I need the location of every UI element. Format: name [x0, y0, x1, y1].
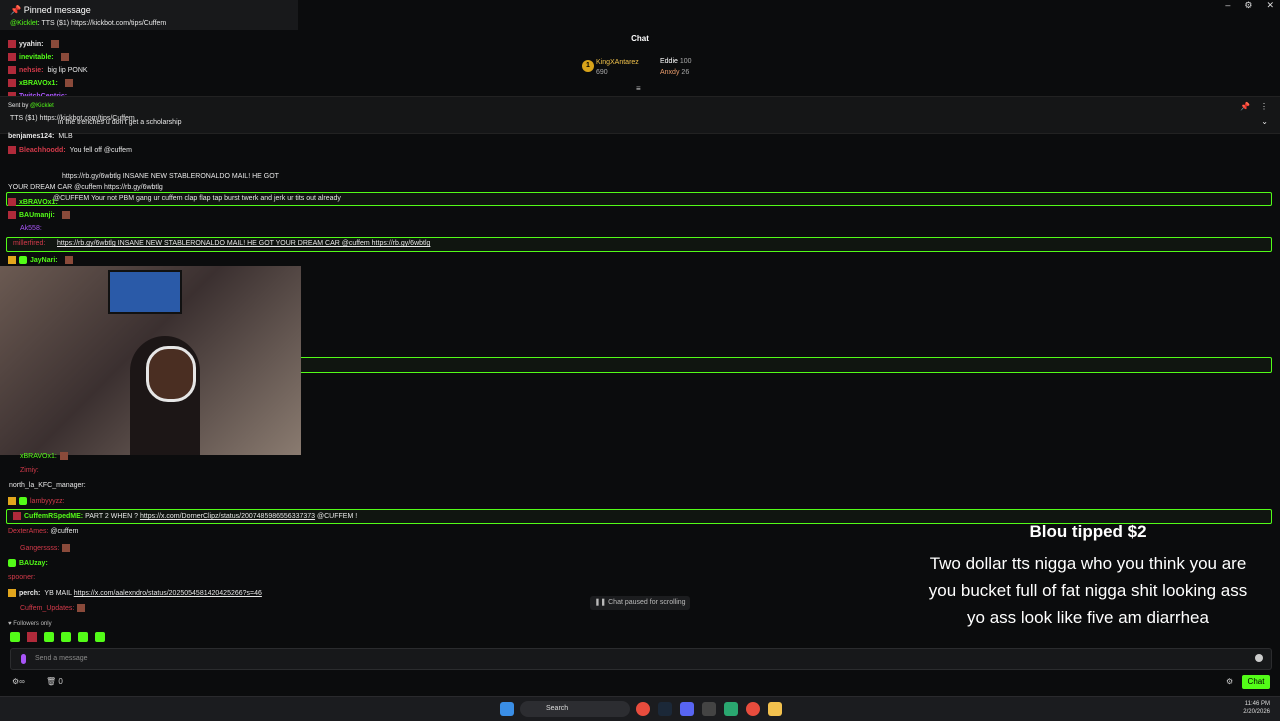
chat-message: Zimiy:: [20, 467, 39, 474]
emoji-icon[interactable]: [1255, 654, 1263, 662]
chat-message: perch: YB MAIL https://x.com/aalexndro/st…: [8, 589, 262, 597]
pinned-text: @Kicklet: TTS ($1) https://kickbot.com/t…: [10, 20, 167, 27]
close-icon[interactable]: ✕: [1266, 0, 1274, 12]
chat-message: Bleachhoodd: You fell off @cuffem: [8, 146, 132, 154]
pinned-bar[interactable]: Sent by @Kicklet TTS ($1) https://kickbo…: [0, 96, 1280, 134]
monitor-in-frame: [108, 270, 182, 314]
tweet-link[interactable]: https://x.com/DornerClipz/status/2007485…: [140, 513, 315, 520]
tts-body: Two dollar tts nigga who you think you a…: [928, 554, 1248, 627]
chat-message: BAUzay:: [8, 559, 52, 567]
chat-message: inevitable:: [8, 53, 69, 61]
chat-input-placeholder: Send a message: [35, 655, 88, 662]
system-clock[interactable]: 11:46 PM 2/20/2026: [1243, 700, 1270, 716]
followers-only-label: ♥ Followers only: [8, 621, 52, 627]
chat-message: Ak558:: [20, 225, 42, 232]
taskbar-search[interactable]: Search: [520, 701, 630, 717]
leader-first-name[interactable]: KingXAntarez: [596, 59, 639, 66]
settings-icon[interactable]: ⚙: [1244, 0, 1252, 12]
tts-title: Blou tipped $2: [1029, 522, 1147, 541]
chat-message: lambyyyzz:: [8, 497, 65, 505]
chat-message: benjames124: MLB: [8, 133, 73, 140]
pin-icon[interactable]: 📌: [1240, 102, 1250, 111]
chat-message: spooner:: [8, 574, 36, 581]
streamer-head: [146, 346, 196, 402]
chat-title: Chat: [631, 34, 649, 43]
file-explorer-icon[interactable]: [768, 702, 782, 716]
discord-icon[interactable]: [680, 702, 694, 716]
settings-icon[interactable]: ⚙: [1226, 677, 1233, 686]
more-options-icon[interactable]: ⋮: [1260, 102, 1268, 111]
chat-send-button[interactable]: Chat: [1242, 675, 1270, 689]
chat-message: YOUR DREAM CAR @cuffem https://rb.gy/6wb…: [8, 184, 163, 191]
chat-messages: yyahin: inevitable: nehsie: big lip PONK …: [0, 38, 600, 100]
app-icon[interactable]: [702, 702, 716, 716]
chrome-icon[interactable]: [636, 702, 650, 716]
chat-message: BAUmanji:: [8, 211, 70, 219]
highlighted-message: millerfired: https://rb.gy/6wbtlg INSANE…: [6, 237, 1272, 252]
pinned-header: 📌 Pinned message: [10, 5, 91, 15]
taskbar: Search 11:46 PM 2/20/2026: [0, 696, 1280, 721]
chat-message: Cuffem_Updates:: [20, 604, 86, 612]
webcam-video: [0, 266, 301, 455]
chat-input[interactable]: Send a message: [10, 648, 1272, 670]
app-icon[interactable]: [724, 702, 738, 716]
chat-message: JayNari:: [8, 256, 73, 264]
chat-paused-notice[interactable]: ❚❚ Chat paused for scrolling: [590, 596, 690, 610]
leader-third[interactable]: Anxdy 26: [660, 69, 689, 76]
collapse-icon[interactable]: ≡: [636, 84, 641, 93]
minimize-icon[interactable]: –: [1225, 0, 1230, 12]
tweet-link[interactable]: https://x.com/aalexndro/status/202505458…: [74, 590, 262, 597]
steam-icon[interactable]: [658, 702, 672, 716]
chat-message: Gangerssss:: [20, 544, 71, 552]
chat-message: yyahin:: [8, 40, 59, 48]
chat-message: xBRAVOx1:: [20, 452, 68, 460]
leader-second[interactable]: Eddie 100: [660, 58, 692, 65]
chat-message: xBRAVOx1:: [8, 79, 73, 87]
window-controls: – ⚙ ✕: [1225, 0, 1280, 12]
emote-row: [10, 632, 108, 642]
footer-counter[interactable]: 🗑 0: [46, 677, 63, 686]
chevron-down-icon[interactable]: ⌄: [1261, 117, 1268, 126]
chat-message: in the trenches u don't get a scholarshi…: [58, 119, 182, 126]
chat-message: DexterAmes: @cuffem: [8, 528, 79, 535]
chrome-icon[interactable]: [746, 702, 760, 716]
pinned-sent-by: Sent by @Kicklet: [8, 103, 54, 109]
tts-overlay: Blou tipped $2 Two dollar tts nigga who …: [900, 522, 1276, 631]
chat-message: north_la_KFC_manager:: [9, 482, 86, 489]
mic-icon[interactable]: [21, 654, 26, 664]
chat-message: https://rb.gy/6wbtlg INSANE NEW STABLERO…: [62, 173, 279, 180]
highlighted-message: @CUFFEM Your not PBM gang ur cuffem clap…: [6, 192, 1272, 206]
windows-start-icon[interactable]: [500, 702, 514, 716]
pinned-message[interactable]: 📌 Pinned message @Kicklet: TTS ($1) http…: [0, 0, 298, 30]
chat-message: xBRAVOx1:: [8, 198, 62, 206]
link-icon[interactable]: ⚙∞: [12, 677, 25, 686]
chat-message: nehsie: big lip PONK: [8, 66, 88, 74]
